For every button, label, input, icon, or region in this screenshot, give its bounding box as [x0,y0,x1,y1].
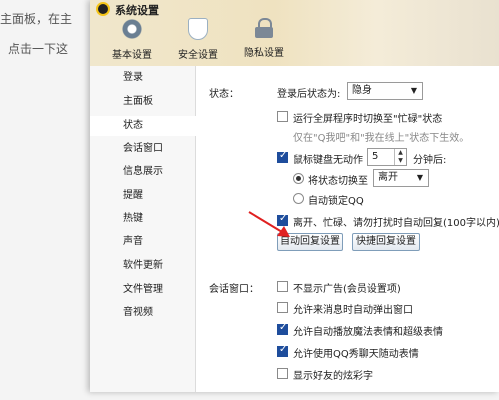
stepper-up-icon[interactable]: ▲ [395,149,406,157]
sidebar-item-audio-video[interactable]: 音视频 [90,303,196,323]
auto-reply-checkbox[interactable] [277,213,288,226]
fullscreen-busy-checkbox[interactable] [277,111,288,122]
tab-security-settings[interactable]: 安全设置 [168,16,228,64]
settings-content: 状态： 登录后状态为: 隐身 ▼ 运行全屏程序时切换至"忙碌"状态 仅在"Q我吧… [197,66,499,392]
sidebar-item-sound[interactable]: 声音 [90,232,196,252]
idle-suffix-label: 分钟后: [413,155,447,166]
sidebar-item-info-display[interactable]: 信息展示 [90,162,196,182]
idle-checkbox[interactable] [277,150,288,163]
switch-status-value: 离开 [378,172,398,183]
qq-show-emoticon-checkbox[interactable] [277,344,288,357]
tab-basic-settings[interactable]: 基本设置 [102,16,162,64]
gear-icon [121,18,143,40]
no-ads-label: 不显示广告(会员设置项) [293,284,401,295]
chevron-down-icon: ▼ [416,173,424,182]
watermark [478,326,499,382]
tab-label: 隐私设置 [244,48,284,59]
tab-privacy-settings[interactable]: 隐私设置 [234,16,294,64]
sidebar-item-chat-window[interactable]: 会话窗口 [90,139,196,159]
sidebar-item-login[interactable]: 登录 [90,68,196,88]
status-section-label: 状态： [209,89,239,100]
login-status-value: 隐身 [352,85,372,96]
sidebar-item-reminder[interactable]: 提醒 [90,186,196,206]
background-text-line: 主面板，在主 [0,12,73,26]
shield-icon [188,18,208,40]
sidebar-item-software-update[interactable]: 软件更新 [90,256,196,276]
tab-label: 安全设置 [178,50,218,61]
idle-minutes-value: 5 [372,151,379,162]
chevron-down-icon: ▼ [410,86,418,95]
quick-reply-settings-button[interactable]: 快捷回复设置 [352,233,420,251]
switch-status-radio[interactable] [293,173,304,184]
magic-emoticon-checkbox[interactable] [277,322,288,335]
idle-minutes-stepper[interactable]: 5 ▲ ▼ [367,148,407,166]
colorful-text-label: 显示好友的炫彩字 [293,371,373,382]
switch-status-label: 将状态切换至 [308,176,368,187]
stepper-down-icon[interactable]: ▼ [395,157,406,165]
fullscreen-busy-hint: 仅在"Q我吧"和"我在线上"状态下生效。 [293,133,470,144]
auto-popup-label: 允许来消息时自动弹出窗口 [293,305,413,316]
auto-reply-settings-button[interactable]: 自动回复设置 [277,233,343,251]
auto-lock-label: 自动锁定QQ [308,196,364,207]
qq-show-emoticon-label: 允许使用QQ秀聊天随动表情 [293,349,419,360]
login-status-select[interactable]: 隐身 ▼ [347,82,423,100]
stepper-buttons: ▲ ▼ [394,149,406,165]
idle-label: 鼠标键盘无动作 [293,155,363,166]
magic-emoticon-label: 允许自动播放魔法表情和超级表情 [293,327,443,338]
sidebar-item-status[interactable]: 状态 [90,116,196,136]
chat-section-label: 会话窗口： [209,284,259,295]
title-bar: 系统设置 基本设置 安全设置 隐私设置 [90,0,499,66]
sidebar-item-hotkeys[interactable]: 热键 [90,209,196,229]
tab-label: 基本设置 [112,50,152,61]
login-status-label: 登录后状态为: [277,89,341,100]
colorful-text-checkbox[interactable] [277,368,288,379]
qq-logo-icon [96,2,110,16]
no-ads-checkbox[interactable] [277,281,288,292]
sidebar-item-main-panel[interactable]: 主面板 [90,92,196,112]
settings-dialog: 系统设置 基本设置 安全设置 隐私设置 登录 主面板 状态 会话窗口 信息展示 … [90,0,499,392]
switch-status-select[interactable]: 离开 ▼ [373,169,429,187]
auto-reply-label: 离开、忙碌、请勿打扰时自动回复(100字以内) [293,218,499,229]
auto-lock-radio[interactable] [293,193,304,204]
background-text-line: 点击一下这 [8,42,69,56]
auto-popup-checkbox[interactable] [277,302,288,313]
settings-sidebar: 登录 主面板 状态 会话窗口 信息展示 提醒 热键 声音 软件更新 文件管理 音… [90,66,196,392]
fullscreen-busy-label: 运行全屏程序时切换至"忙碌"状态 [293,114,443,125]
sidebar-item-file-management[interactable]: 文件管理 [90,280,196,300]
lock-icon [255,18,273,38]
